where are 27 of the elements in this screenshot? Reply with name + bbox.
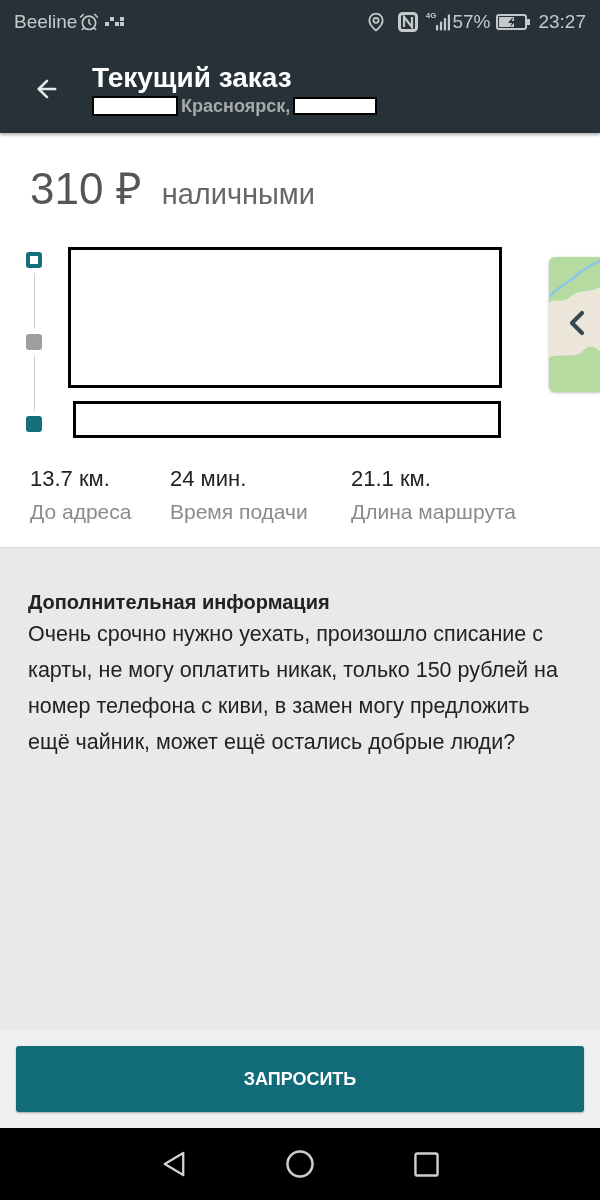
screen-title: Текущий заказ	[92, 60, 293, 95]
network-type-label: 4G	[425, 10, 437, 22]
signal-bars-icon	[436, 13, 451, 31]
stat-value: 21.1 км.	[351, 465, 432, 493]
battery-percent: 57%	[452, 9, 491, 34]
location-pin-icon	[365, 12, 386, 32]
recents-square-icon[interactable]	[413, 1151, 439, 1177]
map-thumbnail[interactable]	[549, 257, 600, 392]
request-button[interactable]: ЗАПРОСИТЬ	[16, 1046, 584, 1112]
stat-value: 13.7 км.	[30, 465, 111, 493]
nfc-icon	[397, 12, 418, 32]
back-triangle-icon[interactable]	[161, 1150, 186, 1178]
stat-label: Длина маршрута	[351, 499, 516, 525]
checker-pattern-icon	[105, 17, 126, 27]
battery-charging-icon	[496, 14, 531, 30]
clock-time: 23:27	[538, 9, 586, 34]
home-circle-icon[interactable]	[285, 1150, 314, 1178]
stat-value: 24 мин.	[170, 465, 248, 493]
stat-label: До адреса	[30, 499, 133, 525]
stat-label: Время подачи	[170, 499, 309, 525]
price-amount: 310 ₽	[30, 163, 142, 215]
carrier-name: Beeline	[14, 9, 78, 34]
payment-method: наличными	[161, 177, 315, 212]
info-heading: Дополнительная информация	[28, 590, 331, 615]
info-text: Очень срочно нужно уехать, произошло списание с карты, не могу оплатить никак, только 150 рублей на номер телефона с киви, в замен могу предложить ещё чайник, может ещё остались добрые люди?	[28, 621, 559, 756]
alarm-clock-icon	[79, 12, 100, 32]
city-subtitle: Красноярск,	[181, 94, 291, 117]
